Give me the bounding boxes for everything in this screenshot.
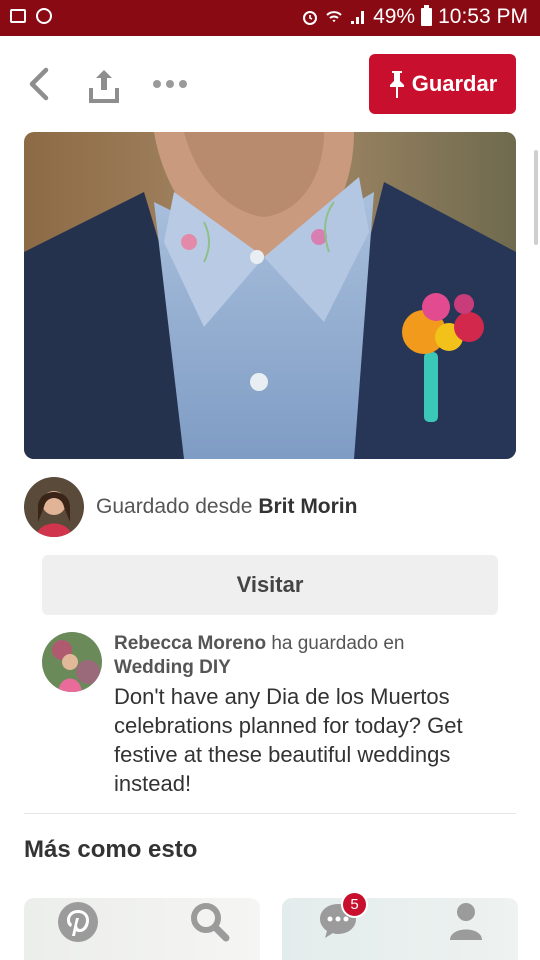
avatar[interactable] xyxy=(24,477,84,537)
comment-action: ha guardado en xyxy=(271,633,405,654)
comment-header: Rebecca Moreno ha guardado en xyxy=(114,632,519,656)
profile-icon[interactable] xyxy=(446,900,486,940)
more-options-icon[interactable] xyxy=(150,74,190,94)
saved-from-text: Guardado desde Brit Morin xyxy=(96,495,357,519)
search-icon[interactable] xyxy=(188,900,232,944)
pinterest-logo-icon[interactable] xyxy=(56,900,100,944)
app-notification-icon xyxy=(36,8,52,24)
comment-user[interactable]: Rebecca Moreno xyxy=(114,633,266,654)
pin-image[interactable] xyxy=(24,132,516,459)
gallery-notification-icon xyxy=(10,9,26,23)
clock: 10:53 PM xyxy=(438,5,528,28)
share-icon[interactable] xyxy=(86,66,122,106)
battery-icon xyxy=(421,5,433,26)
wifi-icon xyxy=(326,11,342,22)
battery-percent: 49% xyxy=(373,5,416,28)
pushpin-icon xyxy=(389,71,404,98)
visit-button[interactable]: Visitar xyxy=(42,555,498,615)
signal-icon xyxy=(351,11,365,24)
save-button[interactable]: Guardar xyxy=(369,54,516,114)
scrollbar[interactable] xyxy=(534,150,538,245)
saved-from-prefix: Guardado desde xyxy=(96,495,253,518)
saved-from-name[interactable]: Brit Morin xyxy=(258,495,357,518)
more-like-this-heading: Más como esto xyxy=(24,836,198,863)
alarm-icon xyxy=(303,11,318,25)
visit-button-label: Visitar xyxy=(236,572,304,597)
avatar[interactable] xyxy=(42,632,102,692)
save-button-label: Guardar xyxy=(411,71,498,96)
back-arrow-icon[interactable] xyxy=(22,64,58,104)
saved-from-row: Guardado desde Brit Morin xyxy=(24,477,516,537)
status-bar: 49% 10:53 PM xyxy=(0,0,540,36)
notifications-badge: 5 xyxy=(341,891,368,918)
divider xyxy=(24,813,516,814)
comment-board[interactable]: Wedding DIY xyxy=(114,656,519,680)
pin-toolbar: Guardar xyxy=(0,36,540,132)
comment-description: Don't have any Dia de los Muertos celebr… xyxy=(114,684,463,796)
